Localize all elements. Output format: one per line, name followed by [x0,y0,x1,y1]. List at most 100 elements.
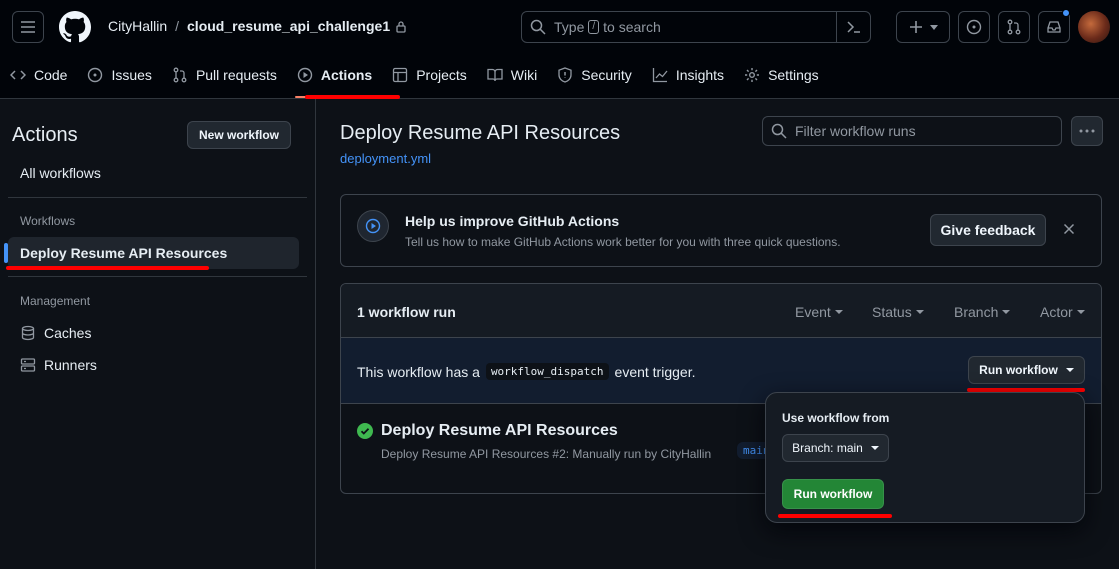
tab-issues[interactable]: Issues [77,56,161,94]
server-icon [20,358,36,372]
git-pull-request-icon [1007,19,1021,35]
tab-wiki[interactable]: Wiki [477,56,547,94]
breadcrumb-separator: / [175,18,180,34]
filter-branch[interactable]: Branch [954,304,1011,320]
run-title[interactable]: Deploy Resume API Resources [381,422,618,440]
breadcrumb: CityHallin / cloud_resume_api_challenge1 [108,18,407,34]
page-title: Deploy Resume API Resources [340,122,621,144]
owner-link[interactable]: CityHallin [108,18,167,34]
tab-actions[interactable]: Actions [287,56,382,98]
run-workflow-label: Run workflow [979,363,1058,377]
avatar[interactable] [1078,11,1110,43]
sidebar-divider [8,197,307,198]
tab-label: Pull requests [195,67,277,83]
dispatch-code: workflow_dispatch [485,363,609,380]
search-placeholder-post: to search [603,19,661,35]
hamburger-icon [21,21,35,33]
sidebar-item-runners[interactable]: Runners [8,349,299,381]
chevron-down-icon [929,24,938,30]
filter-status[interactable]: Status [872,304,924,320]
issue-icon [88,67,103,83]
close-icon[interactable] [1061,221,1077,237]
table-icon [393,67,408,83]
annotation-underline-workflow [6,266,209,270]
tab-security[interactable]: Security [547,56,642,94]
give-feedback-button[interactable]: Give feedback [930,214,1046,246]
banner-icon-wrap [357,210,389,242]
command-palette-button[interactable] [836,12,870,42]
branch-select-label: Branch: main [792,441,863,455]
caret-down-icon [1076,310,1085,314]
github-logo-icon[interactable] [59,11,91,43]
tab-label: Issues [111,67,152,83]
caret-down-icon [1065,368,1074,372]
tab-insights[interactable]: Insights [642,56,734,94]
runs-count: 1 workflow run [357,304,456,320]
caret-down-icon [870,446,879,450]
tab-code[interactable]: Code [0,56,77,94]
sidebar-item-all-workflows[interactable]: All workflows [8,157,299,189]
feedback-banner: Help us improve GitHub Actions Tell us h… [340,194,1102,267]
banner-title: Help us improve GitHub Actions [405,213,620,229]
pull-request-icon [173,67,187,83]
tab-label: Wiki [510,67,538,83]
caret-down-icon [1002,310,1011,314]
filter-label: Actor [1040,304,1073,320]
filter-actor[interactable]: Actor [1040,304,1085,320]
search-icon [530,19,546,35]
dispatch-text: This workflow has a workflow_dispatch ev… [357,363,695,380]
management-heading: Management [20,294,91,308]
runs-header: 1 workflow run Event Status Branch Actor [341,284,1101,338]
notification-dot [1062,9,1070,17]
search-input[interactable]: Type / to search [521,11,871,43]
popover-label: Use workflow from [782,411,890,425]
sidebar-item-label: Caches [44,325,92,341]
run-subtitle: Deploy Resume API Resources #2: Manually… [381,447,712,461]
tab-settings[interactable]: Settings [734,56,829,94]
filter-label: Branch [954,304,999,320]
actions-sidebar: Actions New workflow All workflows Workf… [0,99,316,569]
plus-icon [909,21,922,33]
terminal-icon [846,21,860,33]
sidebar-divider [8,276,307,277]
run-workflow-popover: Use workflow from Branch: main Run workf… [765,392,1085,523]
kebab-horizontal-icon [1079,129,1095,133]
sidebar-item-deploy-resume[interactable]: Deploy Resume API Resources [4,237,299,269]
run-workflow-submit-button[interactable]: Run workflow [782,479,884,509]
database-icon [21,325,35,341]
tab-pull-requests[interactable]: Pull requests [162,56,287,94]
play-icon [365,218,381,234]
lock-icon [396,20,406,33]
tab-label: Actions [320,67,373,83]
sidebar-title: Actions [12,124,78,146]
play-icon [297,67,313,83]
filter-event[interactable]: Event [795,304,843,320]
graph-icon [652,68,668,83]
menu-button[interactable] [12,11,44,43]
tab-label: Insights [675,67,725,83]
filter-placeholder: Filter workflow runs [795,123,916,139]
create-new-button[interactable] [896,11,950,43]
check-circle-icon [357,423,373,439]
tab-projects[interactable]: Projects [382,56,477,94]
caret-down-icon [915,310,924,314]
more-options-button[interactable] [1071,116,1103,146]
filter-runs-input[interactable]: Filter workflow runs [762,116,1062,146]
workflow-file-link[interactable]: deployment.yml [340,151,431,166]
shield-icon [558,67,572,83]
search-shortcut-key: / [588,20,600,34]
run-workflow-dropdown-button[interactable]: Run workflow [968,356,1085,384]
search-placeholder-pre: Type [554,19,585,35]
tab-label: Settings [768,67,819,83]
search-icon [771,123,787,139]
tab-label: Security [581,67,632,83]
issues-button[interactable] [958,11,990,43]
repo-link[interactable]: cloud_resume_api_challenge1 [187,18,390,34]
new-workflow-button[interactable]: New workflow [187,121,291,149]
branch-select-button[interactable]: Branch: main [782,434,889,462]
pull-requests-button[interactable] [998,11,1030,43]
sidebar-item-caches[interactable]: Caches [8,317,299,349]
annotation-underline-actions-tab [305,95,400,99]
annotation-underline-run-submit [778,514,892,518]
filter-label: Status [872,304,912,320]
